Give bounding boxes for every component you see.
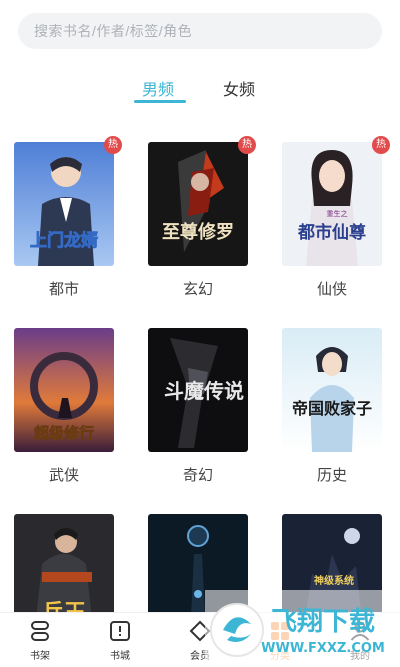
hot-badge: 热 [104, 136, 122, 154]
book-cover[interactable]: 重生之 都市仙尊 [282, 142, 382, 266]
active-tab-indicator [134, 100, 186, 103]
hot-badge: 热 [372, 136, 390, 154]
book-title-art: 上门龙婿 [30, 230, 98, 251]
category-item[interactable]: 上门龙婿 热 都市 [13, 136, 122, 299]
tab-male[interactable]: 男频 [142, 76, 174, 100]
hot-badge: 热 [238, 136, 256, 154]
tabbar-label: 书架 [30, 651, 50, 662]
category-item[interactable]: 帝国败家子 历史 [281, 328, 383, 485]
genre-label: 仙侠 [316, 281, 347, 298]
category-item[interactable]: 斗魔传说 奇幻 [147, 328, 249, 485]
book-cover[interactable]: 斗魔传说 [148, 328, 248, 452]
watermark-url: WWW.FXXZ.COM [261, 641, 385, 656]
bookstore-icon [108, 619, 132, 643]
tabbar-item-bookstore[interactable]: 书城 [90, 619, 150, 662]
book-cover[interactable]: 超级修行 [14, 328, 114, 452]
book-title-art: 帝国败家子 [292, 399, 372, 418]
tab-female[interactable]: 女频 [223, 76, 255, 100]
search-bar[interactable]: 搜索书名/作者/标签/角色 [18, 13, 382, 49]
watermark-logo: 飞翔下载 WWW.FXXZ.COM [205, 590, 400, 667]
book-title-art: 至尊修罗 [162, 221, 234, 243]
bookshelf-icon [28, 619, 52, 643]
book-title-art: 斗魔传说 [164, 379, 244, 403]
genre-label: 历史 [316, 467, 347, 484]
book-cover[interactable]: 至尊修罗 [148, 142, 248, 266]
gender-tabs: 男频 女频 [0, 72, 400, 106]
genre-label: 武侠 [48, 467, 79, 484]
genre-label: 玄幻 [182, 281, 213, 298]
genre-label: 都市 [48, 281, 79, 298]
book-title-art: 都市仙尊 [297, 222, 366, 243]
book-title-art: 神级系统 [314, 574, 354, 587]
category-item[interactable]: 超级修行 武侠 [13, 328, 115, 485]
search-placeholder: 搜索书名/作者/标签/角色 [34, 23, 193, 39]
book-cover[interactable]: 上门龙婿 [14, 142, 114, 266]
watermark-text: 飞翔下载 [271, 607, 375, 637]
book-subtitle-art: 重生之 [327, 209, 348, 218]
book-cover[interactable]: 帝国败家子 [282, 328, 382, 452]
category-item[interactable]: 至尊修罗 热 玄幻 [147, 136, 256, 299]
category-item[interactable]: 重生之 都市仙尊 热 仙侠 [281, 136, 390, 299]
tabbar-item-bookshelf[interactable]: 书架 [10, 619, 70, 662]
book-title-art: 超级修行 [33, 424, 94, 442]
tabbar-label: 书城 [110, 651, 130, 662]
genre-label: 奇幻 [182, 467, 213, 484]
